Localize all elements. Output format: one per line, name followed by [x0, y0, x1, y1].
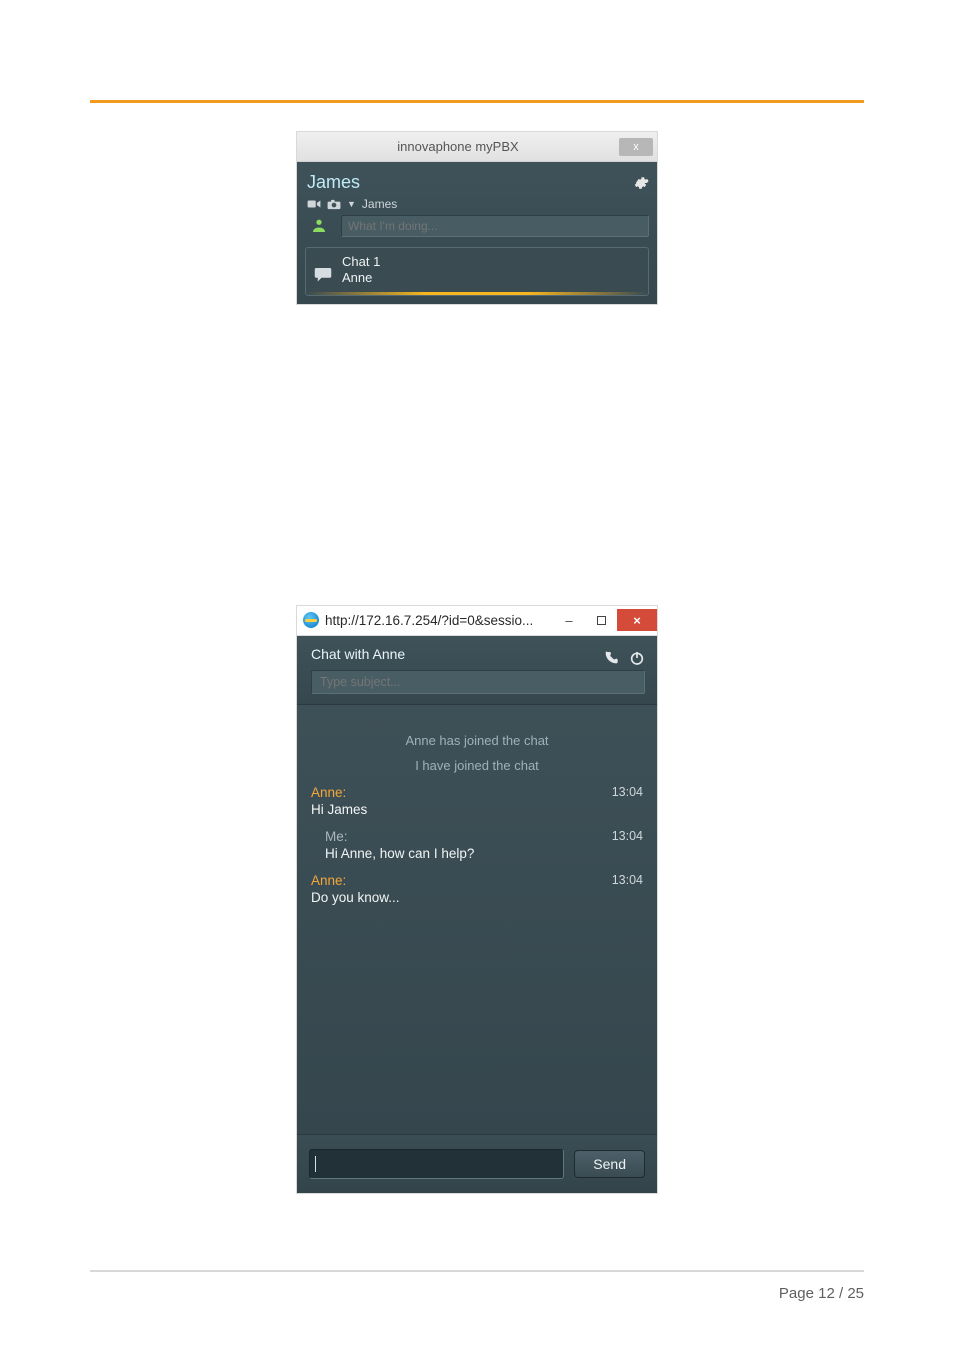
power-icon[interactable] [629, 650, 645, 666]
top-rule [90, 100, 864, 103]
send-button[interactable]: Send [574, 1150, 645, 1178]
message-input[interactable] [309, 1149, 564, 1179]
page-number: Page 12 / 25 [779, 1285, 864, 1302]
close-button[interactable]: × [617, 609, 657, 631]
chat-body: Anne has joined the chat I have joined t… [297, 704, 657, 1134]
ie-icon [303, 612, 319, 628]
maximize-button[interactable] [585, 609, 617, 631]
mypbx-title: innovaphone myPBX [297, 139, 619, 154]
message-from: Anne: [311, 785, 346, 800]
username-label: James [307, 172, 360, 193]
message-anne: Anne: 13:04 Do you know... [311, 873, 643, 905]
camera-icon[interactable] [327, 199, 341, 210]
message-anne: Anne: 13:04 Hi James [311, 785, 643, 817]
dropdown-label[interactable]: James [362, 197, 397, 211]
chat-header: Chat with Anne [297, 636, 657, 704]
system-message: I have joined the chat [309, 758, 645, 773]
message-body: Hi Anne, how can I help? [325, 846, 643, 861]
highlight-bar [306, 292, 648, 295]
footer-rule [90, 1270, 864, 1272]
browser-titlebar: http://172.16.7.254/?id=0&sessio... – × [297, 606, 657, 636]
chat-window: http://172.16.7.254/?id=0&sessio... – × … [296, 605, 658, 1194]
message-from: Anne: [311, 873, 346, 888]
message-body: Do you know... [311, 890, 643, 905]
chat-card-participant: Anne [342, 270, 380, 286]
system-message: Anne has joined the chat [309, 733, 645, 748]
video-icon[interactable] [307, 199, 321, 209]
minimize-button[interactable]: – [553, 609, 585, 631]
chat-title: Chat with Anne [311, 646, 405, 662]
message-body: Hi James [311, 802, 643, 817]
url-text: http://172.16.7.254/?id=0&sessio... [325, 613, 553, 628]
chat-icon [314, 266, 332, 282]
message-me: Me: 13:04 Hi Anne, how can I help? [311, 829, 643, 861]
gear-icon[interactable] [633, 175, 649, 191]
chevron-down-icon[interactable]: ▼ [347, 199, 356, 209]
subject-input[interactable] [311, 670, 645, 694]
mypbx-body: James ▼ James [297, 162, 657, 304]
message-from: Me: [325, 829, 348, 844]
call-icon[interactable] [603, 650, 619, 666]
chat-input-bar: Send [297, 1134, 657, 1193]
status-row: ▼ James [307, 197, 649, 211]
close-button[interactable]: x [619, 138, 653, 156]
text-caret [315, 1156, 316, 1172]
message-time: 13:04 [612, 785, 643, 799]
chat-card-title: Chat 1 [342, 254, 380, 270]
person-icon [305, 217, 333, 235]
message-time: 13:04 [612, 873, 643, 887]
mypbx-titlebar: innovaphone myPBX x [297, 132, 657, 162]
chat-card[interactable]: Chat 1 Anne [305, 247, 649, 296]
status-input[interactable] [341, 215, 649, 237]
mypbx-window: innovaphone myPBX x James ▼ James [296, 131, 658, 305]
message-time: 13:04 [612, 829, 643, 843]
